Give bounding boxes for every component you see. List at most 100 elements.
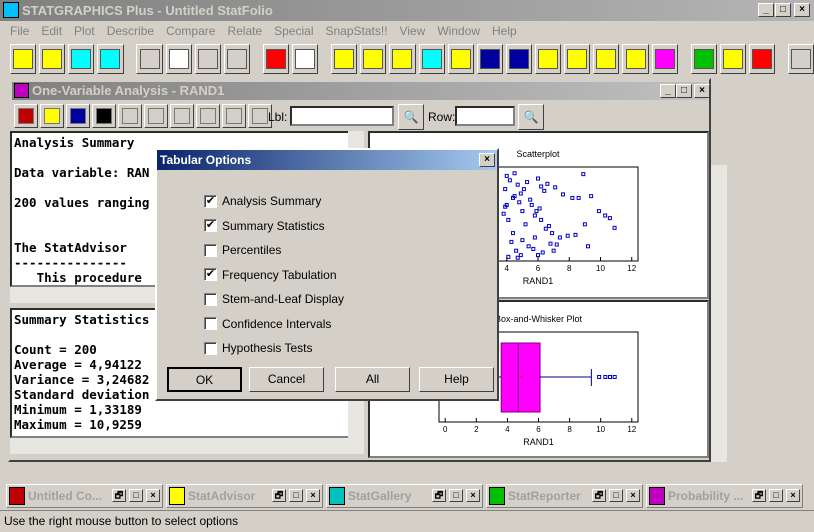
dialog-close-button[interactable]: × bbox=[479, 153, 495, 167]
close-button[interactable]: × bbox=[786, 489, 800, 502]
taskbar-window-1[interactable]: StatAdvisor 🗗 □ × bbox=[166, 484, 323, 508]
mean-marker bbox=[520, 375, 524, 379]
option-hypothesis-tests[interactable]: Hypothesis Tests bbox=[204, 341, 313, 355]
scatter-point bbox=[518, 253, 523, 258]
option-confidence-intervals[interactable]: Confidence Intervals bbox=[204, 317, 331, 331]
maximize-button[interactable]: □ bbox=[769, 489, 783, 502]
taskbar-window-0[interactable]: Untitled Co... 🗗 □ × bbox=[6, 484, 163, 508]
scatter-point bbox=[603, 213, 608, 218]
scatter-point bbox=[532, 235, 537, 240]
checkbox[interactable]: ✔ bbox=[204, 268, 217, 281]
tabular-options-dialog: Tabular Options × ✔ Analysis Summary ✔ Summ… bbox=[155, 148, 499, 401]
maximize-button[interactable]: □ bbox=[449, 489, 463, 502]
scatter-point bbox=[554, 242, 559, 247]
restore-button[interactable]: 🗗 bbox=[112, 489, 126, 502]
x-tick-label: 4 bbox=[505, 264, 510, 273]
restore-button[interactable]: 🗗 bbox=[272, 489, 286, 502]
taskbar-window-2[interactable]: StatGallery 🗗 □ × bbox=[326, 484, 483, 508]
x-tick-label: 6 bbox=[536, 264, 541, 273]
option-percentiles[interactable]: Percentiles bbox=[204, 243, 281, 257]
option-summary-statistics[interactable]: ✔ Summary Statistics bbox=[204, 219, 325, 233]
chart-title: Scatterplot bbox=[516, 149, 560, 159]
scatter-point bbox=[589, 194, 594, 199]
scatter-point bbox=[509, 239, 514, 244]
maximize-button[interactable]: □ bbox=[609, 489, 623, 502]
status-bar: Use the right mouse button to select opt… bbox=[0, 510, 814, 532]
option-label: Summary Statistics bbox=[222, 218, 325, 233]
help-button[interactable]: Help bbox=[419, 367, 494, 392]
scatter-point bbox=[507, 178, 512, 183]
window-icon bbox=[649, 487, 665, 505]
scatter-point bbox=[521, 187, 526, 192]
scatter-point bbox=[551, 248, 556, 253]
outlier-point bbox=[597, 375, 602, 379]
window-icon bbox=[489, 487, 505, 505]
scatter-point bbox=[528, 197, 533, 202]
taskbar-label: StatAdvisor bbox=[188, 489, 256, 503]
option-frequency-tabulation[interactable]: ✔ Frequency Tabulation bbox=[204, 268, 337, 282]
x-tick-label: 12 bbox=[627, 264, 636, 273]
close-button[interactable]: × bbox=[306, 489, 320, 502]
option-stem-and-leaf-display[interactable]: Stem-and-Leaf Display bbox=[204, 292, 344, 306]
close-button[interactable]: × bbox=[466, 489, 480, 502]
scatter-point bbox=[612, 225, 617, 230]
close-button[interactable]: × bbox=[626, 489, 640, 502]
x-tick-label: 10 bbox=[596, 425, 605, 434]
checkbox[interactable] bbox=[204, 243, 217, 257]
option-label: Percentiles bbox=[222, 243, 282, 257]
scatter-point bbox=[515, 255, 520, 260]
taskbar-label: StatGallery bbox=[348, 489, 412, 503]
checkbox[interactable] bbox=[204, 292, 217, 306]
taskbar-window-3[interactable]: StatReporter 🗗 □ × bbox=[486, 484, 643, 508]
option-analysis-summary[interactable]: ✔ Analysis Summary bbox=[204, 194, 321, 208]
scatter-point bbox=[557, 235, 562, 240]
cancel-button[interactable]: Cancel bbox=[249, 367, 324, 392]
scatter-point bbox=[512, 171, 517, 176]
option-label: Confidence Intervals bbox=[222, 316, 332, 331]
scatter-point bbox=[581, 172, 586, 177]
checkbox[interactable] bbox=[204, 341, 217, 355]
scatter-point bbox=[511, 231, 515, 236]
scatter-point bbox=[545, 181, 550, 186]
outlier-point bbox=[603, 375, 608, 379]
outlier-point bbox=[612, 375, 617, 379]
checkbox[interactable] bbox=[204, 317, 217, 330]
outlier-point bbox=[608, 375, 613, 379]
scatter-point bbox=[520, 238, 525, 243]
dialog-title-bar: Tabular Options × bbox=[157, 150, 497, 170]
scatter-point bbox=[506, 254, 511, 259]
scatter-point bbox=[582, 222, 587, 227]
chart-title: Box-and-Whisker Plot bbox=[495, 314, 583, 324]
window-icon bbox=[169, 487, 185, 505]
checkbox[interactable]: ✔ bbox=[204, 194, 217, 208]
scatter-point bbox=[534, 209, 539, 214]
maximize-button[interactable]: □ bbox=[289, 489, 303, 502]
scatter-point bbox=[501, 211, 506, 216]
x-tick-label: 12 bbox=[627, 425, 636, 434]
all-button[interactable]: All bbox=[335, 367, 410, 392]
scatter-point bbox=[539, 184, 544, 189]
window-icon bbox=[329, 487, 345, 505]
ok-button[interactable]: OK bbox=[167, 367, 242, 392]
scatter-point bbox=[503, 187, 508, 192]
scatter-point bbox=[525, 180, 530, 185]
option-label: Frequency Tabulation bbox=[222, 267, 337, 282]
scatter-point bbox=[543, 226, 548, 231]
dialog-title: Tabular Options bbox=[160, 153, 252, 167]
scatter-point bbox=[515, 182, 520, 187]
restore-button[interactable]: 🗗 bbox=[592, 489, 606, 502]
maximize-button[interactable]: □ bbox=[129, 489, 143, 502]
option-label: Analysis Summary bbox=[222, 194, 322, 208]
scatter-point bbox=[570, 195, 575, 200]
scatter-point bbox=[576, 195, 581, 200]
taskbar-window-4[interactable]: Probability ... 🗗 □ × bbox=[646, 484, 803, 508]
close-button[interactable]: × bbox=[146, 489, 160, 502]
restore-button[interactable]: 🗗 bbox=[752, 489, 766, 502]
x-tick-label: 10 bbox=[596, 264, 605, 273]
scatter-point bbox=[565, 233, 570, 238]
scatter-point bbox=[536, 176, 540, 181]
scatter-point bbox=[517, 200, 522, 205]
scatter-point bbox=[532, 213, 537, 218]
restore-button[interactable]: 🗗 bbox=[432, 489, 446, 502]
checkbox[interactable]: ✔ bbox=[204, 219, 217, 232]
